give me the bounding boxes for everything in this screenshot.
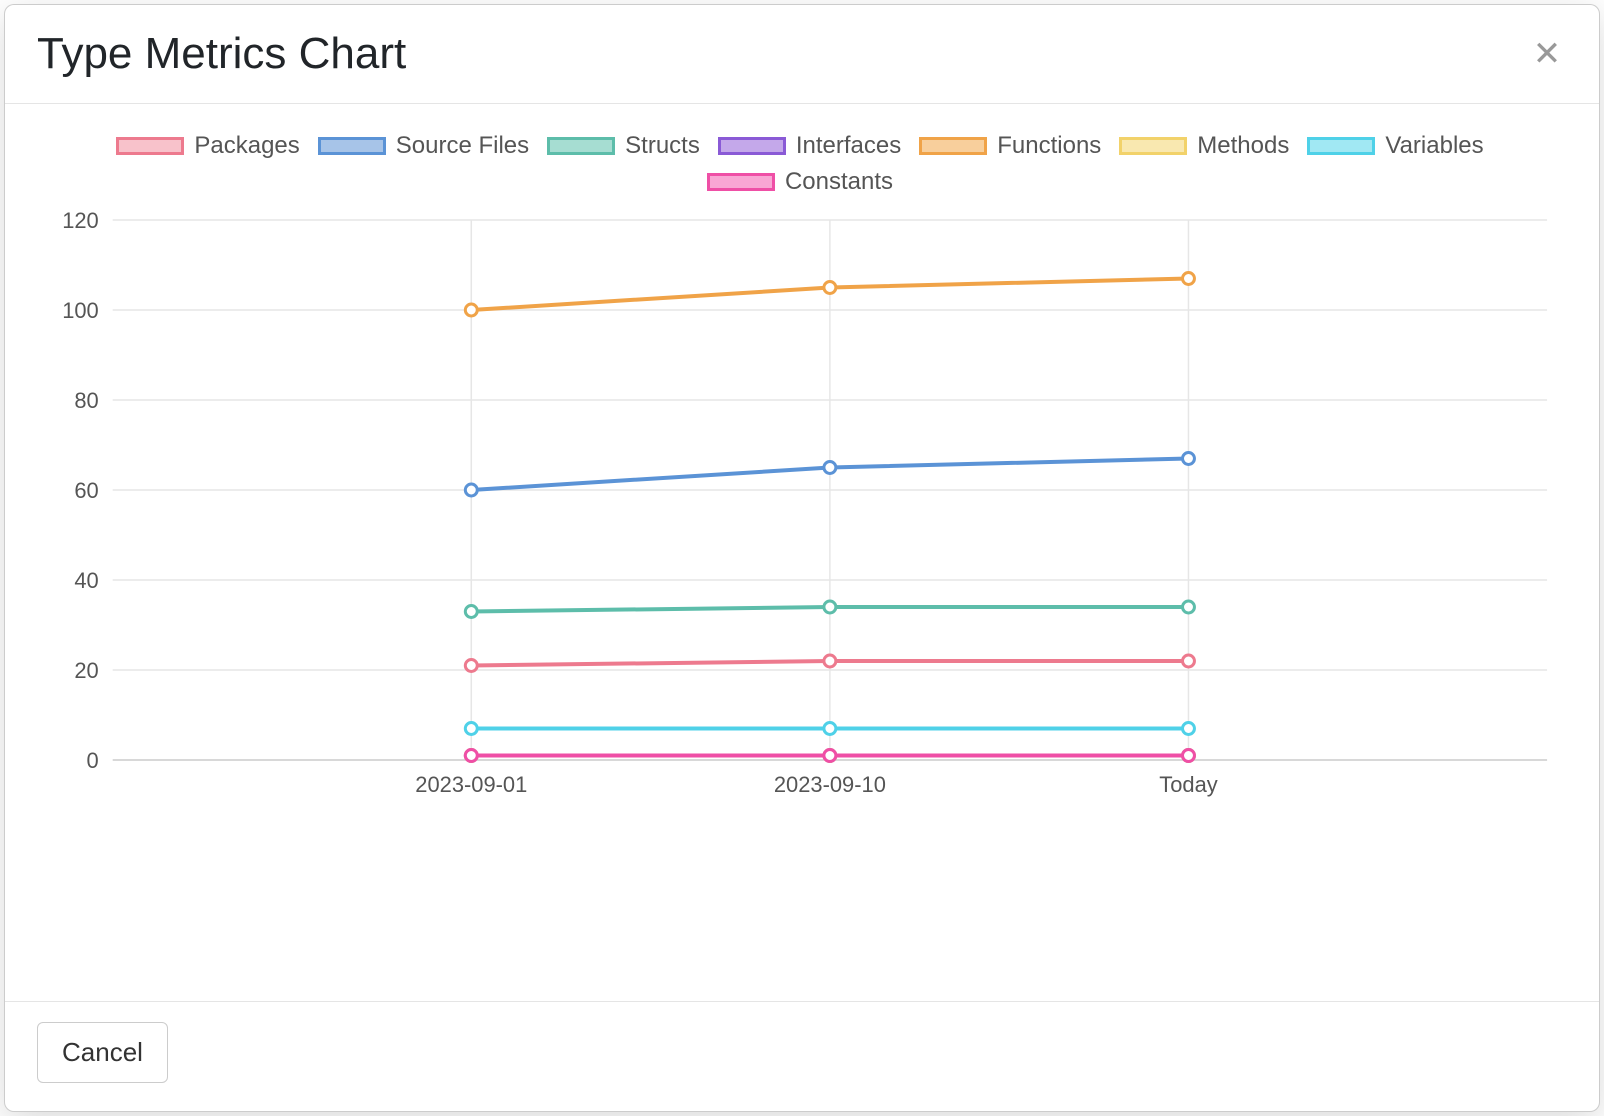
- series-point[interactable]: [1183, 273, 1195, 285]
- series-point[interactable]: [1183, 723, 1195, 735]
- series-point[interactable]: [1183, 750, 1195, 762]
- legend-swatch: [707, 173, 775, 191]
- series-point[interactable]: [1183, 453, 1195, 465]
- svg-text:100: 100: [62, 298, 99, 323]
- svg-text:80: 80: [74, 388, 98, 413]
- legend-label: Variables: [1385, 132, 1483, 160]
- series-point[interactable]: [824, 655, 836, 667]
- legend-swatch: [547, 137, 615, 155]
- svg-text:0: 0: [87, 748, 99, 773]
- legend-item[interactable]: Structs: [547, 132, 700, 160]
- legend-label: Packages: [194, 132, 299, 160]
- svg-text:Today: Today: [1159, 772, 1217, 797]
- legend-label: Source Files: [396, 132, 529, 160]
- legend-label: Functions: [997, 132, 1101, 160]
- modal-dialog: Type Metrics Chart ✕ Packages Source File…: [4, 4, 1600, 1112]
- cancel-button[interactable]: Cancel: [37, 1022, 168, 1083]
- series-point[interactable]: [465, 304, 477, 316]
- svg-text:60: 60: [74, 478, 98, 503]
- legend-item[interactable]: Packages: [116, 132, 299, 160]
- close-icon: ✕: [1533, 37, 1562, 71]
- legend-item[interactable]: Source Files: [318, 132, 529, 160]
- modal-footer: Cancel: [5, 1001, 1599, 1111]
- legend-swatch: [718, 137, 786, 155]
- legend-label: Methods: [1197, 132, 1289, 160]
- legend-swatch: [1307, 137, 1375, 155]
- series-point[interactable]: [1183, 655, 1195, 667]
- legend-label: Interfaces: [796, 132, 901, 160]
- chart-svg: 0 20 40 60 80 100 120 2023-09-01 2023-09-10 Today: [33, 210, 1567, 820]
- series-point[interactable]: [1183, 601, 1195, 613]
- legend-label: Constants: [785, 168, 893, 196]
- series-point[interactable]: [465, 660, 477, 672]
- legend-swatch: [116, 137, 184, 155]
- modal-body: Packages Source Files Structs Interfaces Fun…: [5, 104, 1599, 1001]
- series-point[interactable]: [465, 606, 477, 618]
- series-point[interactable]: [824, 462, 836, 474]
- legend-item[interactable]: Functions: [919, 132, 1101, 160]
- series-point[interactable]: [824, 750, 836, 762]
- svg-text:40: 40: [74, 568, 98, 593]
- series-point[interactable]: [824, 723, 836, 735]
- series-point[interactable]: [465, 723, 477, 735]
- legend-item[interactable]: Interfaces: [718, 132, 901, 160]
- series-point[interactable]: [465, 750, 477, 762]
- series-point[interactable]: [824, 601, 836, 613]
- svg-text:20: 20: [74, 658, 98, 683]
- svg-text:2023-09-10: 2023-09-10: [774, 772, 886, 797]
- series-point[interactable]: [465, 484, 477, 496]
- modal-title: Type Metrics Chart: [37, 29, 406, 79]
- legend-item[interactable]: Variables: [1307, 132, 1483, 160]
- legend-item[interactable]: Constants: [707, 168, 893, 196]
- svg-text:120: 120: [62, 210, 99, 233]
- chart-area: 0 20 40 60 80 100 120 2023-09-01 2023-09-10 Today: [33, 210, 1567, 820]
- modal-header: Type Metrics Chart ✕: [5, 5, 1599, 104]
- close-button[interactable]: ✕: [1527, 34, 1567, 74]
- chart-legend: Packages Source Files Structs Interfaces Fun…: [33, 132, 1567, 196]
- legend-swatch: [1119, 137, 1187, 155]
- svg-text:2023-09-01: 2023-09-01: [415, 772, 527, 797]
- legend-label: Structs: [625, 132, 700, 160]
- legend-swatch: [318, 137, 386, 155]
- legend-swatch: [919, 137, 987, 155]
- series-point[interactable]: [824, 282, 836, 294]
- legend-item[interactable]: Methods: [1119, 132, 1289, 160]
